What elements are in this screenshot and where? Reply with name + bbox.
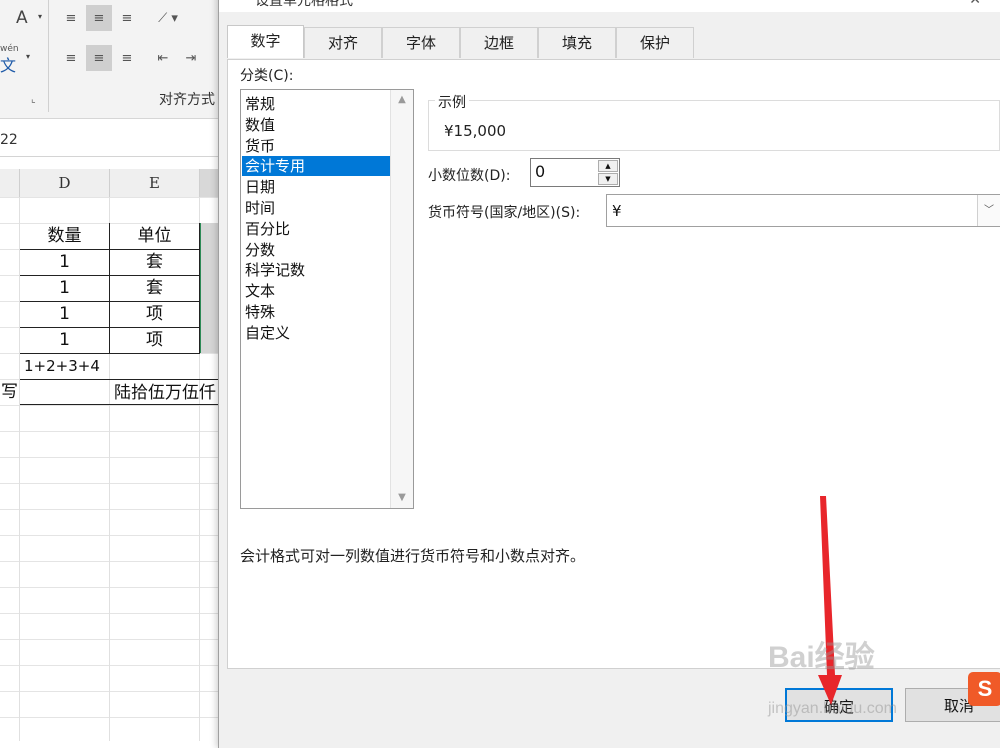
decrease-indent-button[interactable]: ⇤: [150, 45, 176, 71]
align-top-icon: ≡: [65, 10, 77, 26]
tab-font[interactable]: 字体: [382, 27, 460, 58]
currency-symbol-value: ¥: [612, 202, 622, 220]
align-top-button[interactable]: ≡: [58, 5, 84, 31]
list-item[interactable]: 文本: [242, 281, 393, 301]
align-left-icon: ≡: [65, 50, 77, 66]
list-item[interactable]: 分数: [242, 240, 393, 260]
list-item[interactable]: 数值: [242, 115, 393, 135]
category-scrollbar[interactable]: ▲ ▼: [390, 90, 413, 508]
column-header-c[interactable]: [0, 169, 20, 197]
table-cell[interactable]: 项: [110, 327, 200, 354]
list-item[interactable]: 常规: [242, 94, 393, 114]
watermark-logo-icon: S: [968, 672, 1000, 706]
decimal-places-value[interactable]: 0: [535, 162, 545, 181]
align-middle-icon: ≡: [93, 10, 105, 26]
column-header-d[interactable]: D: [20, 169, 110, 197]
align-bottom-icon: ≡: [121, 10, 133, 26]
spin-up-icon[interactable]: ▲: [598, 160, 618, 172]
spinner-buttons: ▲ ▼: [598, 160, 618, 185]
data-table: 数量 单位 1 套 1 套 1 项 1 项: [0, 223, 221, 354]
name-box[interactable]: 22: [0, 132, 18, 148]
table-cell[interactable]: 1: [20, 275, 110, 302]
decimal-places-spinner[interactable]: 0 ▲ ▼: [530, 158, 620, 187]
dropdown-arrow-icon[interactable]: ▾: [38, 12, 42, 21]
align-middle-button[interactable]: ≡: [86, 5, 112, 31]
sample-group: [428, 100, 1000, 151]
watermark-brand: Bai经验: [768, 641, 875, 674]
alignment-group-label: 对齐方式: [159, 92, 215, 108]
list-item[interactable]: 时间: [242, 198, 393, 218]
scroll-up-icon[interactable]: ▲: [391, 90, 413, 110]
align-right-button[interactable]: ≡: [114, 45, 140, 71]
spin-down-icon[interactable]: ▼: [598, 173, 618, 185]
currency-symbol-label: 货币符号(国家/地区)(S):: [428, 205, 581, 221]
ribbon-divider: [48, 0, 49, 112]
format-description: 会计格式可对一列数值进行货币符号和小数点对齐。: [240, 547, 586, 565]
category-label: 分类(C):: [240, 68, 294, 84]
dialog-title-bar: 设置单元格格式 ✕: [219, 0, 1000, 12]
list-item[interactable]: 特殊: [242, 302, 393, 322]
decrease-indent-icon: ⇤: [157, 50, 169, 66]
formula-bar: 22: [0, 124, 220, 157]
decimal-places-label: 小数位数(D):: [428, 168, 511, 184]
tab-alignment[interactable]: 对齐: [304, 27, 382, 58]
font-color-button[interactable]: A: [16, 8, 28, 28]
format-cells-dialog: 设置单元格格式 ✕ 数字 对齐 字体 边框 填充 保护 分类(C): 常规 数值…: [218, 0, 1000, 748]
list-item-selected[interactable]: 会计专用: [242, 156, 393, 176]
phonetic-guide-button[interactable]: 文: [0, 52, 16, 76]
scroll-down-icon[interactable]: ▼: [391, 488, 413, 508]
align-right-icon: ≡: [121, 50, 133, 66]
increase-indent-button[interactable]: ⇥: [178, 45, 204, 71]
dropdown-arrow-icon[interactable]: ▾: [26, 52, 30, 61]
align-left-button[interactable]: ≡: [58, 45, 84, 71]
table-cell[interactable]: 1: [20, 249, 110, 276]
align-center-icon: ≡: [93, 50, 105, 66]
table-cell[interactable]: 项: [110, 301, 200, 328]
font-dialog-launcher-icon[interactable]: ⌞: [31, 94, 36, 105]
orientation-button[interactable]: ⟋ ▾: [150, 5, 186, 31]
tab-border[interactable]: 边框: [460, 27, 538, 58]
tab-number[interactable]: 数字: [227, 25, 304, 58]
close-icon[interactable]: ✕: [969, 0, 981, 8]
orientation-icon: ⟋ ▾: [158, 10, 178, 26]
table-cell[interactable]: 套: [110, 249, 200, 276]
table-cell[interactable]: 1: [20, 327, 110, 354]
list-item[interactable]: 百分比: [242, 219, 393, 239]
increase-indent-icon: ⇥: [185, 50, 197, 66]
table-cell[interactable]: 单位: [110, 223, 200, 250]
watermark-url: jingyan.baidu.com: [768, 700, 897, 717]
currency-symbol-select[interactable]: ¥ ﹀: [606, 194, 1000, 227]
table-cell[interactable]: 数量: [20, 223, 110, 250]
column-header-e[interactable]: E: [110, 169, 200, 197]
amount-in-words-cell[interactable]: 陆拾伍万伍仟: [20, 379, 220, 405]
excel-ribbon: A ▾ wén 文 ▾ ⌞ ≡ ≡ ≡ ⟋ ▾ ≡ ≡ ≡ ⇤ ⇥ 对齐方式: [0, 0, 220, 119]
table-cell[interactable]: 套: [110, 275, 200, 302]
tab-fill[interactable]: 填充: [538, 27, 616, 58]
align-center-button[interactable]: ≡: [86, 45, 112, 71]
list-item[interactable]: 货币: [242, 136, 393, 156]
formula-cell[interactable]: 1+2+3+4: [20, 353, 224, 379]
list-item[interactable]: 自定义: [242, 323, 393, 343]
sample-value: ¥15,000: [444, 122, 507, 140]
sample-label: 示例: [435, 92, 469, 112]
column-header-row: D E: [0, 169, 221, 198]
dialog-title: 设置单元格格式: [255, 0, 353, 9]
list-item[interactable]: 科学记数: [242, 260, 393, 280]
number-tab-panel: 分类(C): 常规 数值 货币 会计专用 日期 时间 百分比 分数 科学记数 文…: [227, 59, 1000, 669]
category-listbox[interactable]: 常规 数值 货币 会计专用 日期 时间 百分比 分数 科学记数 文本 特殊 自定…: [240, 89, 414, 509]
table-cell[interactable]: 1: [20, 301, 110, 328]
row-label-cell[interactable]: 写: [0, 379, 19, 405]
chevron-down-icon[interactable]: ﹀: [977, 195, 1000, 226]
list-item[interactable]: 日期: [242, 177, 393, 197]
align-bottom-button[interactable]: ≡: [114, 5, 140, 31]
tab-protection[interactable]: 保护: [616, 27, 694, 58]
